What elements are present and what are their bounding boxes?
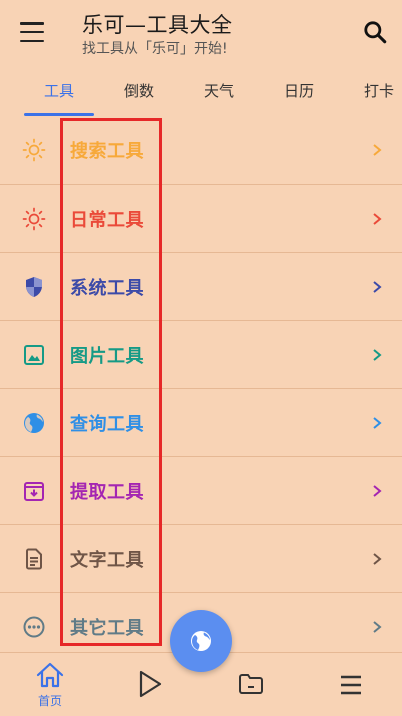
- nav-home-label: 首页: [37, 694, 62, 708]
- floating-globe-button[interactable]: [170, 610, 232, 672]
- chevron-right-icon: [373, 621, 382, 633]
- chevron-right-icon: [373, 485, 382, 497]
- category-row-daily[interactable]: 日常工具: [0, 184, 402, 252]
- tab-tools[interactable]: 工具: [44, 80, 74, 101]
- category-list: 搜索工具 日常工具 系统工具 图片工具 查询工具 提取工具 文字工具 其它工具: [0, 116, 402, 660]
- nav-menu[interactable]: [300, 653, 400, 716]
- chevron-right-icon: [373, 349, 382, 361]
- home-icon: [36, 662, 64, 688]
- tab-bar: 工具 倒数 天气 日历 打卡: [0, 70, 402, 116]
- category-label: 搜索工具: [70, 141, 144, 162]
- nav-home[interactable]: 首页: [0, 653, 100, 716]
- tab-calendar[interactable]: 日历: [284, 80, 314, 101]
- list-icon: [341, 675, 361, 695]
- category-row-system[interactable]: 系统工具: [0, 252, 402, 320]
- folder-icon: [239, 674, 263, 694]
- globe-icon: [191, 631, 211, 651]
- category-label: 其它工具: [70, 618, 144, 639]
- archive-icon: [24, 482, 44, 501]
- app-title: 乐可—工具大全: [82, 13, 233, 37]
- play-icon: [139, 670, 162, 698]
- category-row-query[interactable]: 查询工具: [0, 388, 402, 456]
- app-header: 乐可—工具大全 找工具从「乐可」开始!: [0, 0, 402, 68]
- app-subtitle: 找工具从「乐可」开始!: [82, 41, 228, 57]
- category-label: 查询工具: [70, 414, 144, 435]
- search-icon[interactable]: [362, 19, 388, 45]
- tab-weather[interactable]: 天气: [204, 80, 234, 101]
- tab-countdown[interactable]: 倒数: [124, 80, 154, 101]
- chevron-right-icon: [373, 281, 382, 293]
- image-icon: [24, 345, 44, 365]
- chevron-right-icon: [373, 144, 382, 156]
- chevron-right-icon: [373, 417, 382, 429]
- category-row-image[interactable]: 图片工具: [0, 320, 402, 388]
- menu-icon[interactable]: [20, 22, 44, 42]
- category-label: 系统工具: [70, 278, 144, 299]
- category-row-extract[interactable]: 提取工具: [0, 456, 402, 524]
- chevron-right-icon: [373, 213, 382, 225]
- tab-checkin[interactable]: 打卡: [364, 80, 394, 101]
- chevron-right-icon: [373, 553, 382, 565]
- sun-icon: [22, 207, 46, 231]
- category-label: 图片工具: [70, 346, 144, 367]
- category-label: 提取工具: [70, 482, 144, 503]
- category-row-text[interactable]: 文字工具: [0, 524, 402, 592]
- document-icon: [26, 548, 42, 570]
- shield-icon: [26, 277, 42, 297]
- globe-icon: [24, 413, 44, 433]
- sun-icon: [22, 138, 46, 162]
- category-label: 文字工具: [70, 550, 144, 571]
- more-icon: [23, 616, 45, 638]
- category-row-search[interactable]: 搜索工具: [0, 116, 402, 184]
- category-label: 日常工具: [70, 210, 144, 231]
